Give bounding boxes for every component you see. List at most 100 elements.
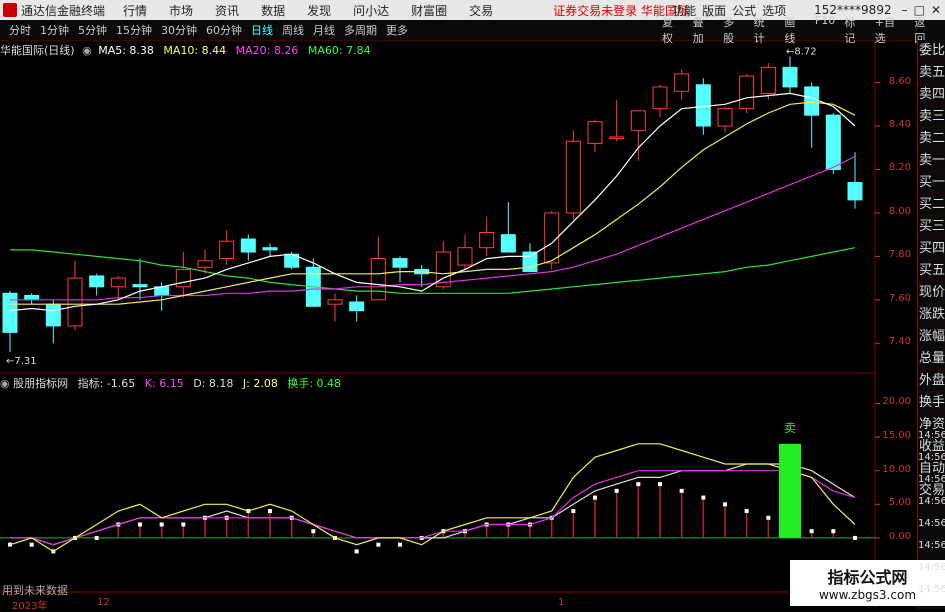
menu-item-quotes[interactable]: 行情 (123, 2, 147, 19)
menu-item-wealth[interactable]: 财富圈 (411, 2, 447, 19)
indicator-dot (159, 522, 164, 527)
sidebar-label[interactable]: 卖五 (918, 62, 945, 84)
menu-item-market[interactable]: 市场 (169, 2, 193, 19)
indicator-tick-label: 20.00 (882, 396, 911, 408)
tf-15min[interactable]: 15分钟 (116, 22, 152, 38)
time-label: 14:56 (918, 584, 945, 595)
candle-body (392, 258, 408, 268)
tf-weekly[interactable]: 周线 (282, 22, 304, 38)
indicator-dot (571, 509, 576, 514)
sidebar-label[interactable]: 涨跌 (918, 304, 945, 326)
candle-body (219, 240, 235, 260)
indicator-dot (809, 529, 814, 534)
price-tick-label: 8.60 (888, 75, 911, 87)
candle-body (457, 247, 473, 266)
indicator-tick-label: 10.00 (882, 463, 911, 475)
candle-body (45, 303, 61, 327)
indicator-dot (636, 482, 641, 487)
candle-body (2, 292, 18, 333)
indicator-dot (181, 522, 186, 527)
sidebar-label[interactable]: 卖三 (918, 106, 945, 128)
indicator-dot (593, 495, 597, 500)
candle-body (175, 268, 191, 288)
x-label-jan: 1 (558, 597, 565, 608)
indicator-dot (723, 502, 727, 507)
indicator-dot (679, 488, 684, 493)
candle-body (739, 75, 755, 110)
sidebar-label[interactable]: 涨幅 (918, 326, 945, 348)
sidebar-label[interactable]: 换手 (918, 392, 945, 414)
indicator-dot (376, 542, 381, 547)
tf-daily[interactable]: 日线 (251, 22, 273, 38)
indicator-tick-label: 5.00 (888, 497, 911, 509)
time-label: 14:56 (918, 430, 945, 441)
tf-intraday[interactable]: 分时 (9, 22, 31, 38)
candle-body (349, 301, 365, 312)
chart-area[interactable]: ←8.72 ←7.31 卖 (0, 40, 917, 609)
candle-body (847, 182, 863, 201)
app-title: 通达信金融终端 (21, 3, 106, 18)
app-logo-icon (3, 3, 17, 17)
x-label-year: 2023年 (12, 601, 48, 612)
candle-body (500, 234, 516, 253)
price-tick-label: 7.40 (888, 336, 911, 348)
tf-more[interactable]: 更多 (386, 22, 408, 38)
menu-item-discover[interactable]: 发现 (307, 2, 331, 19)
indicator-dot (766, 515, 771, 520)
sidebar-label[interactable]: 外盘 (918, 370, 945, 392)
time-label: 14:56 (918, 496, 945, 507)
candle-body (760, 66, 776, 94)
candle-body (89, 275, 105, 288)
tf-30min[interactable]: 30分钟 (161, 22, 197, 38)
candle-body (132, 284, 148, 288)
time-label: 14:56 (918, 474, 945, 485)
sidebar-label[interactable]: 卖一 (918, 150, 945, 172)
sidebar-label[interactable]: 买一 (918, 172, 945, 194)
tf-monthly[interactable]: 月线 (313, 22, 335, 38)
sidebar-label[interactable]: 买二 (918, 194, 945, 216)
indicator-dot (614, 488, 619, 493)
d-line (10, 463, 856, 546)
x-label-dec: 12 (97, 597, 110, 608)
price-tick-label: 8.00 (888, 205, 911, 217)
candle-body (24, 294, 40, 301)
menu-item-data[interactable]: 数据 (261, 2, 285, 19)
sell-signal-label: 卖 (784, 421, 796, 435)
tf-multi[interactable]: 多周期 (344, 22, 377, 38)
tf-60min[interactable]: 60分钟 (206, 22, 242, 38)
indicator-dot (658, 482, 662, 487)
indicator-dot (311, 529, 316, 534)
price-tick-label: 8.40 (888, 119, 911, 131)
tf-5min[interactable]: 5分钟 (78, 22, 107, 38)
sell-signal-bar (779, 443, 801, 538)
sidebar-label[interactable]: 卖二 (918, 128, 945, 150)
price-tick-label: 7.60 (888, 292, 911, 304)
menu-item-news[interactable]: 资讯 (215, 2, 239, 19)
sidebar-label[interactable]: 委比 (918, 40, 945, 62)
sidebar-label[interactable]: 卖四 (918, 84, 945, 106)
candle-body (197, 260, 213, 268)
sidebar-label[interactable]: 买三 (918, 216, 945, 238)
indicator-dot (853, 535, 857, 540)
price-tick-label: 7.80 (888, 249, 911, 261)
high-label: ←8.72 (786, 47, 817, 58)
indicator-dot (354, 549, 359, 554)
time-label: 14:56 (918, 562, 945, 573)
candle-body (804, 86, 820, 116)
candle-body (479, 231, 495, 249)
sidebar-label[interactable]: 买五 (918, 260, 945, 282)
menu-item-ask[interactable]: 问小达 (353, 2, 389, 19)
sidebar-label[interactable]: 总量 (918, 348, 945, 370)
indicator-dot (268, 509, 272, 514)
sidebar-label[interactable]: 买四 (918, 238, 945, 260)
candle-body (327, 299, 343, 305)
low-label: ←7.31 (6, 356, 37, 367)
indicator-dot (744, 509, 749, 514)
future-data-note: 用到未来数据 (2, 584, 68, 597)
sidebar-label[interactable]: 现价 (918, 282, 945, 304)
menu-item-trade[interactable]: 交易 (469, 2, 493, 19)
candle-body (522, 251, 538, 273)
candle-body (782, 66, 798, 88)
candle-body (587, 121, 603, 144)
tf-1min[interactable]: 1分钟 (40, 22, 69, 38)
